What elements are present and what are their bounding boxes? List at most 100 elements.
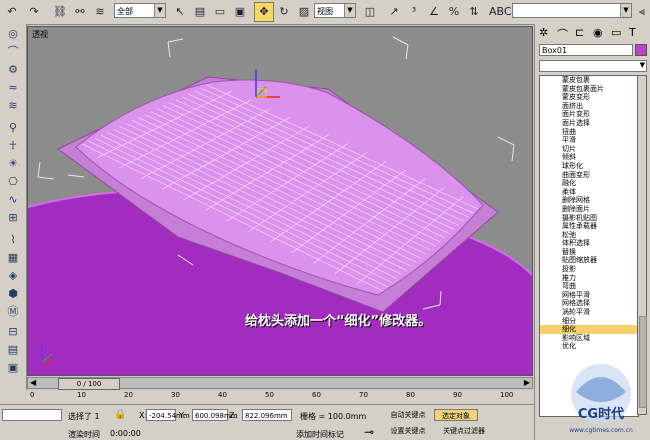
rotate-icon[interactable]: ↻	[274, 2, 294, 22]
x-coordinate-field[interactable]: -204.54mm	[146, 409, 190, 421]
modifier-list-item[interactable]: 蒙皮包裹	[540, 76, 638, 85]
modifier-list-item[interactable]: 切片	[540, 145, 638, 154]
selection-filter-dropdown[interactable]: 全部 ▼	[114, 3, 166, 18]
modifier-list-item[interactable]: 球形化	[540, 162, 638, 171]
modifier-list-item[interactable]: 融化	[540, 179, 638, 188]
modifier-list-item[interactable]: 蒙皮包裹面片	[540, 85, 638, 94]
bone-icon[interactable]: ⚲	[3, 120, 23, 136]
mesh-icon[interactable]: ◈	[3, 268, 23, 284]
percent-snap-icon[interactable]: %	[444, 2, 464, 22]
named-selection-dropdown[interactable]: ▼	[512, 3, 632, 18]
main-toolbar: ↶ ↷ ⛓ ⚯ ≋ 全部 ▼ ↖ ▤ ▭ ▣ ✥ ↻ ▨ 视图 ▼ ◫ ↗ ³ …	[0, 0, 650, 25]
undo-icon[interactable]: ↶	[2, 2, 22, 22]
rectangle-region-icon[interactable]: ▭	[210, 2, 230, 22]
select-object-icon[interactable]: ↖	[170, 2, 190, 22]
y-coordinate-field[interactable]: 600.098mm	[192, 409, 238, 421]
scale-icon[interactable]: ▨	[294, 2, 314, 22]
motion-tab-icon[interactable]: ◉	[593, 26, 603, 39]
modifier-list-item[interactable]: 扭曲	[540, 128, 638, 137]
modifier-list-item[interactable]: 弯曲	[540, 282, 638, 291]
helper-icon[interactable]: ⊞	[3, 210, 23, 226]
modifier-list-item[interactable]: 摄影机贴图	[540, 214, 638, 223]
shape-icon[interactable]: ⚙	[3, 62, 23, 78]
modifier-list-item[interactable]: 松弛	[540, 231, 638, 240]
modifier-list-item[interactable]: 影响区域	[540, 334, 638, 343]
curve-editor-icon[interactable]: ▤	[3, 342, 23, 358]
set-key-button[interactable]: 设置关键点	[386, 425, 430, 437]
select-link-icon[interactable]: ⛓	[50, 2, 70, 22]
modifier-list-item[interactable]: 细分	[540, 317, 638, 326]
edit-named-selection-icon[interactable]: ABC	[488, 2, 512, 22]
modifier-list-item[interactable]: 优化	[540, 342, 638, 351]
add-time-tag[interactable]: 添加时间标记	[296, 429, 344, 440]
display-tab-icon[interactable]: ▭	[611, 26, 621, 39]
ripple-icon[interactable]: ≋	[3, 98, 23, 114]
object-color-swatch[interactable]	[635, 44, 647, 56]
move-icon[interactable]: ✥	[254, 2, 274, 22]
modifier-list-item[interactable]: 细化	[540, 325, 638, 334]
snap-3d-icon[interactable]: ³	[404, 2, 424, 22]
modifier-list-item[interactable]: 倾斜	[540, 153, 638, 162]
tube-icon[interactable]: ◎	[3, 26, 23, 42]
unlink-icon[interactable]: ⚯	[70, 2, 90, 22]
redo-icon[interactable]: ↷	[24, 2, 44, 22]
noise-icon[interactable]: ⌇	[3, 232, 23, 248]
modifier-list-item[interactable]: 蒙皮变形	[540, 93, 638, 102]
pivot-center-icon[interactable]: ◫	[360, 2, 380, 22]
create-tab-icon[interactable]: ✲	[539, 26, 548, 39]
camera-icon[interactable]: ⎔	[3, 174, 23, 190]
object-name-field[interactable]: Box01	[539, 44, 633, 56]
modifier-list-item[interactable]: 投影	[540, 265, 638, 274]
bind-space-warp-icon[interactable]: ≋	[90, 2, 110, 22]
modifier-list-item[interactable]: 平滑	[540, 136, 638, 145]
modifier-m-icon[interactable]: Ⓜ	[3, 304, 23, 320]
hierarchy-tab-icon[interactable]: ⊏	[575, 26, 584, 39]
light-icon[interactable]: ☀	[3, 156, 23, 172]
modifier-list-dropdown[interactable]: ▼	[539, 60, 647, 72]
bend-icon[interactable]: ⌒	[3, 44, 23, 60]
prev-frame-icon[interactable]: ◀	[30, 378, 36, 387]
modifier-list-item[interactable]: 属性承载器	[540, 222, 638, 231]
lattice-icon[interactable]: ▦	[3, 250, 23, 266]
biped-icon[interactable]: ☥	[3, 138, 23, 154]
utilities-tab-icon[interactable]: T	[629, 26, 636, 39]
time-slider[interactable]: 0 / 100 ◀ ▶	[27, 377, 533, 390]
render-icon[interactable]: ▣	[3, 360, 23, 376]
lock-selection-icon[interactable]: 🔒	[114, 409, 126, 420]
modify-tab-icon[interactable]: ⌒	[557, 26, 568, 42]
modifier-list-item[interactable]: 推力	[540, 274, 638, 283]
timeline-tick-label: 60	[312, 391, 321, 399]
window-crossing-icon[interactable]: ▣	[230, 2, 250, 22]
key-icon[interactable]: ⊸	[364, 425, 374, 439]
spinner-snap-icon[interactable]: ⇅	[464, 2, 484, 22]
mirror-icon[interactable]: ⫷	[634, 2, 650, 22]
spline-icon[interactable]: ∿	[3, 192, 23, 208]
maxscript-listener[interactable]	[2, 409, 62, 421]
modifier-list-item[interactable]: 网格选择	[540, 299, 638, 308]
modifier-list-item[interactable]: 面片选择	[540, 119, 638, 128]
modifier-list-item[interactable]: 删除面片	[540, 205, 638, 214]
z-coordinate-field[interactable]: 822.096mm	[242, 409, 292, 421]
viewport-label[interactable]: 透视	[32, 29, 48, 40]
reference-coordinate-dropdown[interactable]: 视图 ▼	[314, 3, 356, 18]
schematic-icon[interactable]: ⊟	[3, 324, 23, 340]
track-bar[interactable]: 0 10 20 30 40 50 60 70 80 90 100	[0, 390, 534, 405]
modifier-list-item[interactable]: 删除网格	[540, 196, 638, 205]
auto-key-button[interactable]: 自动关键点	[386, 409, 430, 421]
modifier-list-item[interactable]: 涡轮平滑	[540, 308, 638, 317]
time-slider-thumb[interactable]: 0 / 100	[58, 378, 120, 390]
timeline-tick-label: 100	[500, 391, 514, 399]
select-manipulate-icon[interactable]: ↗	[384, 2, 404, 22]
angle-snap-icon[interactable]: ∠	[424, 2, 444, 22]
key-filters-button[interactable]: 关键点过滤器	[434, 425, 494, 437]
modifier-list-item[interactable]: 贴图缩放器	[540, 256, 638, 265]
next-frame-icon[interactable]: ▶	[524, 378, 530, 387]
perspective-viewport[interactable]: 透视 给枕头添加一个“细化”修改器。	[27, 26, 533, 376]
select-by-name-icon[interactable]: ▤	[190, 2, 210, 22]
selected-set-dropdown[interactable]: 选定对象	[434, 409, 478, 421]
material-icon[interactable]: ⬢	[3, 286, 23, 302]
modifier-list-item[interactable]: 面片变形	[540, 110, 638, 119]
wave-icon[interactable]: ≈	[3, 80, 23, 96]
modifier-list-item[interactable]: 曲面变形	[540, 171, 638, 180]
modifier-list-item[interactable]: 体积选择	[540, 239, 638, 248]
